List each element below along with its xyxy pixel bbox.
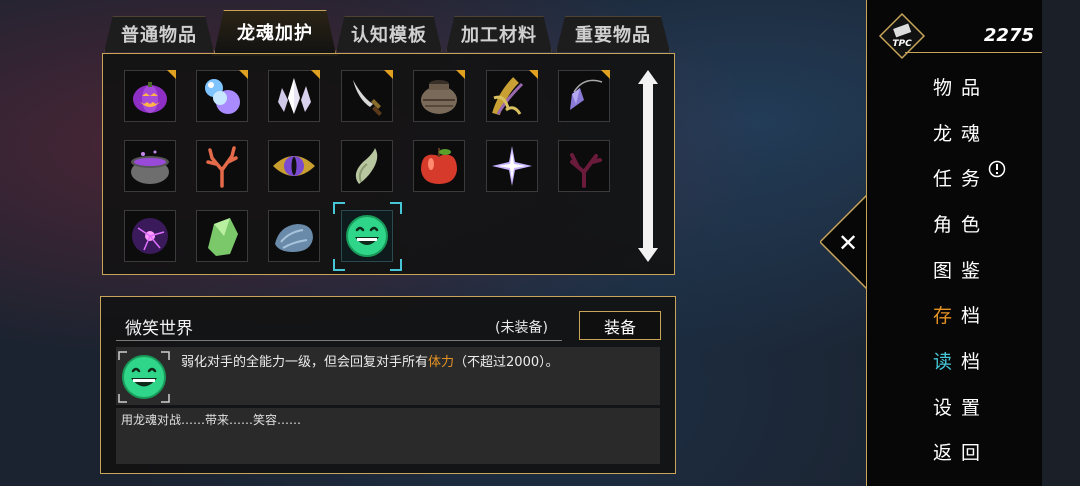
item-slot[interactable]	[341, 140, 393, 192]
divider	[116, 340, 562, 341]
green-ore-icon	[208, 218, 238, 256]
item-slot[interactable]	[124, 70, 176, 122]
selection-corner	[333, 259, 345, 271]
white-crystal-icon	[278, 78, 311, 114]
horn-icon	[355, 148, 378, 184]
menu-label: 图鉴	[933, 260, 990, 282]
menu-label: 设置	[933, 397, 990, 419]
item-slot[interactable]	[196, 140, 248, 192]
item-slot[interactable]	[268, 140, 320, 192]
star-crystal-icon	[492, 146, 532, 186]
menu-label-rest: 档	[961, 305, 990, 327]
item-slot[interactable]	[268, 70, 320, 122]
new-item-marker	[239, 70, 248, 79]
item-name: 微笑世界	[125, 319, 193, 339]
item-slot[interactable]	[124, 140, 176, 192]
tab-important-items[interactable]: 重要物品	[556, 16, 670, 52]
new-item-marker	[311, 70, 320, 79]
menu-item-items[interactable]: 物品	[933, 73, 989, 100]
tab-label: 重要物品	[575, 25, 651, 46]
new-item-marker	[529, 70, 538, 79]
menu-label: 读档	[933, 351, 989, 373]
item-slot[interactable]	[341, 70, 393, 122]
new-item-marker	[167, 70, 176, 79]
menu-item-encyclopedia[interactable]: 图鉴	[933, 256, 989, 283]
new-item-marker	[456, 70, 465, 79]
currency-badge-label: TPC	[892, 39, 912, 49]
close-icon[interactable]: ✕	[838, 229, 858, 257]
item-slot[interactable]	[413, 70, 465, 122]
menu-label-rest: 档	[961, 351, 990, 373]
clay-pot-icon	[421, 80, 457, 114]
purple-cauldron-icon	[131, 150, 169, 184]
flavor-text: 用龙魂对战……带来……笑容……	[121, 413, 302, 427]
tab-dragon-soul-blessing[interactable]: 龙魂加护	[212, 10, 338, 56]
corn-icon	[492, 77, 524, 116]
menu-item-save[interactable]: 存档	[933, 301, 989, 328]
pumpkin-lantern-icon	[133, 82, 167, 113]
menu-item-quests[interactable]: 任务	[933, 164, 989, 191]
tab-label: 普通物品	[121, 25, 197, 46]
item-slot[interactable]	[268, 210, 320, 262]
currency-divider	[905, 52, 1042, 53]
selection-corner	[390, 259, 402, 271]
pendant-crystal-icon	[570, 79, 603, 110]
item-slot[interactable]	[558, 140, 610, 192]
description-text: 弱化对手的全能力一级，但会回复对手所有	[181, 355, 429, 370]
tab-label: 加工材料	[461, 25, 537, 46]
menu-item-load[interactable]: 读档	[933, 347, 989, 374]
menu-item-back[interactable]: 返回	[933, 438, 989, 465]
currency-value: 2275	[983, 25, 1034, 46]
item-slot-selected[interactable]	[341, 210, 393, 262]
description-text: （不超过2000）。	[454, 355, 559, 370]
equip-button[interactable]: 装备	[579, 311, 661, 340]
item-description: 弱化对手的全能力一级，但会回复对手所有体力（不超过2000）。	[181, 351, 559, 370]
description-highlight: 体力	[428, 355, 455, 370]
menu-label: 龙魂	[933, 123, 990, 145]
new-item-marker	[384, 70, 393, 79]
alert-icon	[988, 160, 1006, 178]
item-slot[interactable]	[486, 70, 538, 122]
dragon-eye-icon	[273, 156, 315, 176]
smile-face-icon	[118, 351, 170, 403]
menu-label: 任务	[933, 168, 990, 190]
equip-status: (未装备)	[495, 320, 548, 336]
menu-label-first-char: 读	[933, 351, 962, 373]
blue-fur-icon	[275, 224, 313, 252]
item-slot[interactable]	[124, 210, 176, 262]
tab-processing-materials[interactable]: 加工材料	[446, 16, 552, 52]
tab-label: 龙魂加护	[237, 23, 313, 44]
item-slot[interactable]	[196, 70, 248, 122]
item-scrollbar[interactable]	[636, 68, 660, 264]
item-slot[interactable]	[558, 70, 610, 122]
tab-cognition-template[interactable]: 认知模板	[336, 16, 442, 52]
menu-label: 角色	[933, 214, 990, 236]
smile-face-icon	[346, 215, 388, 257]
item-slot[interactable]	[196, 210, 248, 262]
menu-item-characters[interactable]: 角色	[933, 210, 989, 237]
crystal-slime-icon	[205, 79, 240, 114]
menu-label-first-char: 存	[933, 305, 962, 327]
menu-label: 存档	[933, 305, 989, 327]
plasma-orb-icon	[132, 218, 168, 254]
new-item-marker	[601, 70, 610, 79]
selection-corner	[390, 202, 402, 214]
coral-icon	[206, 146, 238, 188]
tab-label: 认知模板	[351, 25, 427, 46]
selection-corner	[333, 202, 345, 214]
tab-normal-items[interactable]: 普通物品	[104, 16, 214, 52]
dark-coral-icon	[570, 153, 602, 188]
menu-label: 返回	[933, 442, 990, 464]
menu-item-settings[interactable]: 设置	[933, 393, 989, 420]
item-slot[interactable]	[413, 140, 465, 192]
screen-edge	[1042, 0, 1080, 486]
dagger-icon	[353, 80, 382, 116]
menu-label: 物品	[933, 77, 990, 99]
apple-icon	[421, 148, 457, 184]
item-slot[interactable]	[486, 140, 538, 192]
menu-item-dragon-soul[interactable]: 龙魂	[933, 119, 989, 146]
